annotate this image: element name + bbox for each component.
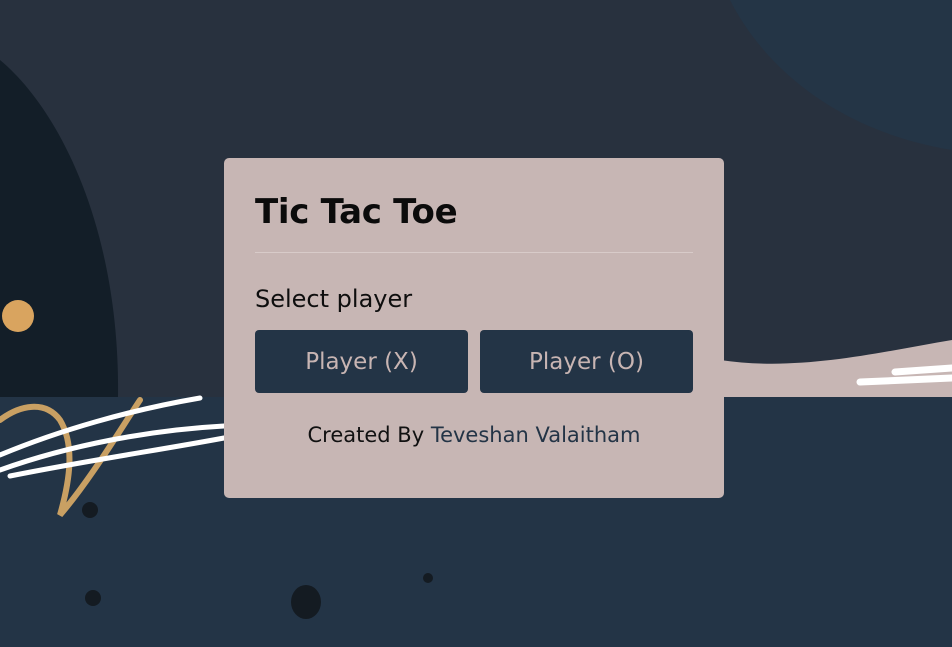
speck	[423, 573, 433, 583]
player-buttons: Player (X) Player (O)	[255, 330, 693, 393]
game-page: Tic Tac Toe Select player Player (X) Pla…	[0, 0, 952, 647]
player-o-button[interactable]: Player (O)	[480, 330, 693, 393]
game-title: Tic Tac Toe	[255, 192, 458, 232]
select-player-prompt: Select player	[255, 285, 413, 313]
title-divider	[255, 252, 693, 253]
player-select-dialog: Tic Tac Toe Select player Player (X) Pla…	[224, 158, 724, 498]
speck	[291, 585, 321, 619]
speck	[82, 502, 98, 518]
credit-line: Created By Teveshan Valaitham	[255, 420, 693, 450]
player-x-button[interactable]: Player (X)	[255, 330, 468, 393]
author-link[interactable]: Teveshan Valaitham	[431, 423, 641, 447]
credit-prefix: Created By	[307, 423, 425, 447]
speck	[85, 590, 101, 606]
gold-dot-decoration	[2, 300, 34, 332]
